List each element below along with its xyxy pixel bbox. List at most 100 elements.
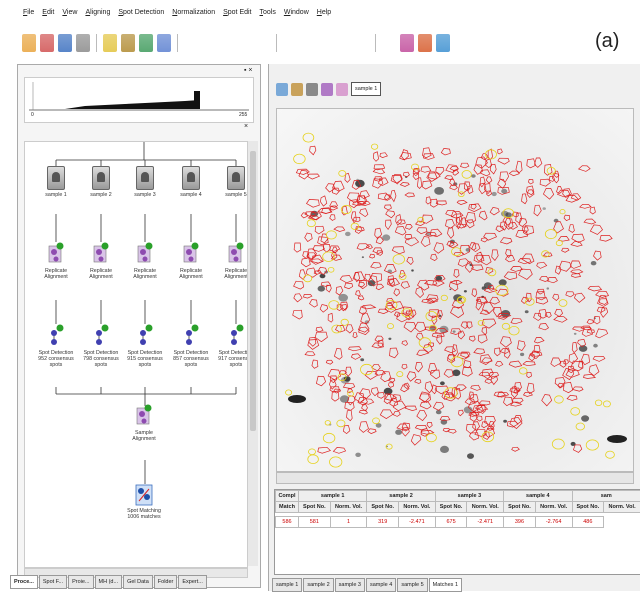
table-cell[interactable]: 319 [366,516,399,528]
sample-node[interactable]: sample 4 [169,166,213,198]
sample-icon [92,166,110,190]
spot-detection-node[interactable]: Spot Detection 857 consensus spots [169,324,213,368]
spot-icon[interactable] [418,34,432,52]
menu-item-spot-detection[interactable]: Spot Detection [117,9,165,21]
spot-detection-node[interactable]: Spot Detection 798 consensus spots [79,324,123,368]
sample-node[interactable]: sample 3 [123,166,167,198]
left-tab[interactable]: Folder [153,575,178,589]
table-cell[interactable]: 486 [571,516,605,528]
layer-icon[interactable] [336,82,348,96]
globe-icon[interactable] [139,34,153,52]
marker-icon[interactable] [436,34,450,52]
replicate-alignment-node[interactable]: Replicate Alignment [79,242,123,280]
view-tab[interactable]: sample 3 [334,578,365,592]
view-tab[interactable]: sample 1 [272,578,303,592]
pipeline-view: sample 1 Replicate Alignment Spot Detection… [24,141,254,568]
sample-node[interactable]: sample 1 [34,166,78,198]
left-tab[interactable]: Gel Data [123,575,153,589]
lens-icon[interactable] [184,34,198,52]
circle-icon[interactable] [301,34,315,52]
table-cell[interactable]: 675 [434,516,468,528]
view-tab[interactable]: Matches 1 [428,578,463,592]
bulb-icon[interactable] [103,34,117,52]
table-corner-2: Match [275,501,299,513]
replicate-alignment-node[interactable]: Replicate Alignment [169,242,213,280]
left-tab[interactable]: Expert... [178,575,207,589]
menu-item-aligning[interactable]: Aligning [84,9,111,21]
paint-icon[interactable] [355,34,369,52]
menu-item-window[interactable]: Window [283,9,310,21]
grid-icon[interactable] [291,82,303,96]
menu-item-help[interactable]: Help [316,9,332,21]
table-group-header: sample 2 [366,490,436,502]
gel-image-view[interactable] [276,108,634,472]
circle-icon[interactable] [256,34,270,52]
matching-icon [135,484,153,506]
sample-icon [227,166,245,190]
tools-icon[interactable] [238,34,252,52]
view-tab[interactable]: sample 4 [365,578,397,592]
left-tab[interactable]: Spot F... [38,575,68,589]
view-tab[interactable]: sample 5 [397,578,428,592]
toolbar [22,28,450,58]
spot-detection-node[interactable]: Spot Detection 952 consensus spots [34,324,78,368]
replicate-alignment-node[interactable]: Replicate Alignment [123,242,167,280]
spot-matching-node[interactable]: Spot Matching 1006 matches [120,484,168,520]
save-icon[interactable] [40,34,54,52]
circle-icon[interactable] [283,34,297,52]
sample-node[interactable]: sample 2 [79,166,123,198]
view-tab[interactable]: sample 2 [303,578,334,592]
table-cell[interactable]: 396 [503,516,536,528]
open-icon[interactable] [22,34,36,52]
table-cell[interactable]: -2.471 [397,516,436,528]
gel-icon[interactable] [220,34,234,52]
home-icon[interactable] [276,82,288,96]
table-subheader: Norm. Vol. [534,501,573,513]
table-cell[interactable]: 1 [329,516,368,528]
table-corner: Compl [275,490,299,502]
menu-item-spot-edit[interactable]: Spot Edit [222,9,252,21]
table-cell[interactable]: 581 [298,516,331,528]
table-cell[interactable]: -2.471 [466,516,505,528]
left-tab[interactable]: Proie... [68,575,94,589]
menu-item-view[interactable]: View [61,9,78,21]
undo-icon[interactable] [76,34,90,52]
pointer-icon[interactable] [382,34,396,52]
replicate-label-2: Alignment [179,274,203,280]
refresh-icon[interactable] [157,34,171,52]
filter-icon[interactable] [321,82,333,96]
replicate-label-2: Alignment [89,274,113,280]
crop-icon[interactable] [337,34,351,52]
replicate-label-2: Alignment [44,274,68,280]
table-subheader: Spot No. [503,501,536,513]
gel-horizontal-scrollbar[interactable] [276,472,634,484]
menu-item-normalization[interactable]: Normalization [171,9,216,21]
histogram-plot [29,82,249,111]
table-cell[interactable]: -2.764 [534,516,573,528]
grid-icon[interactable] [121,34,135,52]
spot-detection-icon [93,324,109,348]
spot-detection-node[interactable]: Spot Detection 915 consensus spots [123,324,167,368]
panel-controls[interactable]: ▪ × [244,67,256,75]
menu-item-edit[interactable]: Edit [41,9,55,21]
left-tab[interactable]: MH (d... [94,575,123,589]
pipeline-vertical-scrollbar[interactable] [247,141,258,566]
minimize-icon[interactable]: ▪ × [244,67,256,75]
view-tab-sample[interactable]: sample 1 [351,82,382,96]
camera-icon[interactable] [202,34,216,52]
left-tab[interactable]: Proce... [10,575,38,589]
menu-item-tools[interactable]: Tools [259,9,277,21]
image-icon[interactable] [319,34,333,52]
crosshair-icon[interactable] [400,34,414,52]
table-subheader: Norm. Vol. [397,501,436,513]
alignment-icon [137,242,153,266]
sample-alignment-node[interactable]: Sample Alignment [122,404,166,442]
menu-item-file[interactable]: File [22,9,35,21]
disk-icon[interactable] [58,34,72,52]
hist-max-label: 255 [239,112,248,118]
figure-label: (a) [595,30,620,52]
tool-icon[interactable] [306,82,318,96]
table-cell[interactable]: 586 [275,516,299,528]
replicate-alignment-node[interactable]: Replicate Alignment [34,242,78,280]
panel-close-icon[interactable]: × [244,123,248,130]
